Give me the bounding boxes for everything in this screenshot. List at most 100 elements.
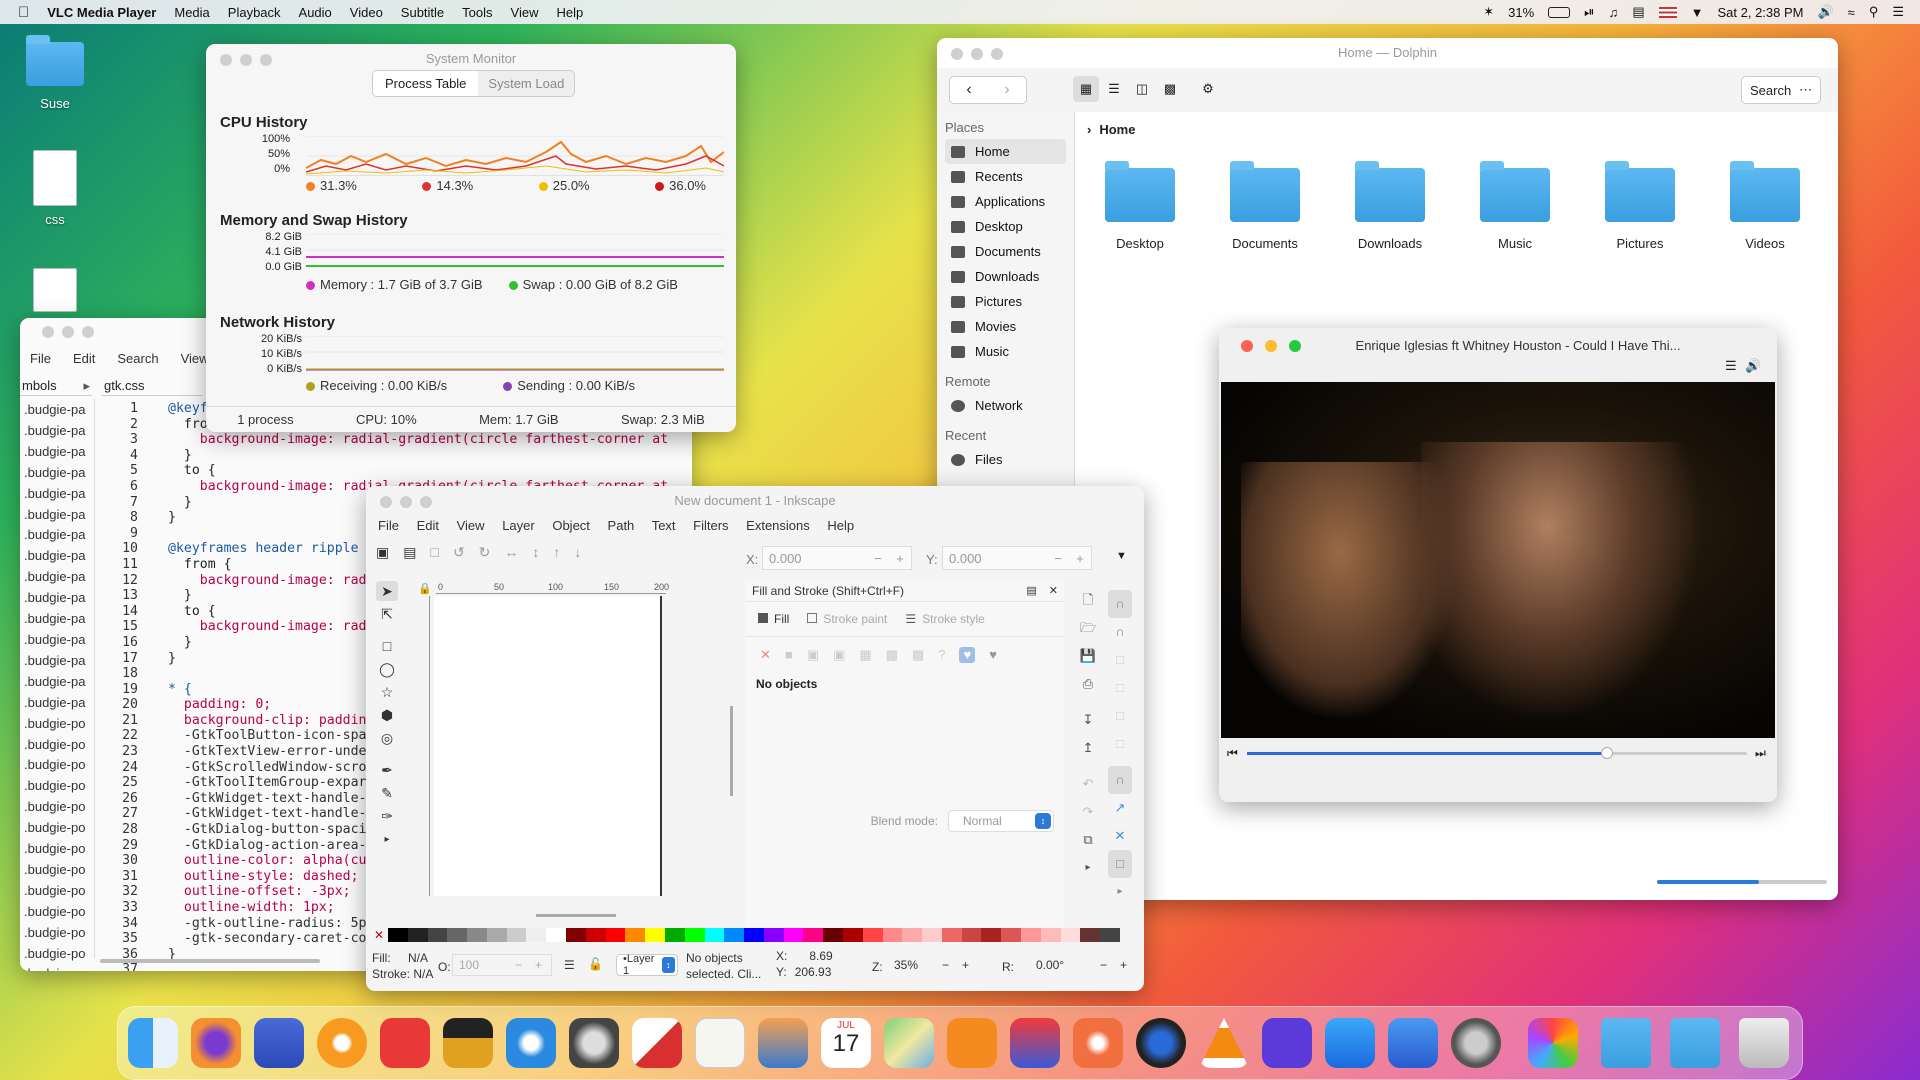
plus-icon[interactable]: + [1069,551,1091,566]
flat-color-icon[interactable]: ■ [785,647,793,663]
menu-help[interactable]: Help [827,518,854,533]
color-swatch[interactable] [605,928,626,942]
layers-icon[interactable]: ☰ [564,958,575,972]
raise-icon[interactable]: ↑ [553,544,560,561]
color-swatch[interactable] [1040,928,1061,942]
back-button[interactable]: ‹ [950,77,988,103]
downloads-folder-icon[interactable] [1670,1018,1720,1068]
symbol-item[interactable]: .budgie-pa [24,567,94,588]
symbols-tab[interactable]: mbols ▸ [20,374,92,396]
fast-forward-icon[interactable]: ⏭ [1755,746,1766,761]
menu-text[interactable]: Text [652,518,676,533]
color-swatch[interactable] [526,928,547,942]
heart-outline-icon[interactable]: ♥ [989,647,997,663]
icons-view-icon[interactable]: ▦ [1073,76,1099,102]
menu-help[interactable]: Help [547,5,592,20]
sidebar-item-music[interactable]: Music [945,339,1066,364]
menu-layer[interactable]: Layer [502,518,535,533]
color-swatch[interactable] [981,928,1002,942]
menu-playback[interactable]: Playback [219,5,290,20]
documents-folder-icon[interactable] [1601,1018,1651,1068]
control-center-icon[interactable]: ☰ [1892,4,1904,20]
symbol-item[interactable]: .budgie-po [24,776,94,797]
sidebar-item-network[interactable]: Network [945,393,1066,418]
seek-knob[interactable] [1601,747,1613,759]
rotation-field[interactable]: 0.00° − + [1016,954,1136,976]
tab-system-load[interactable]: System Load [478,71,574,96]
color-swatch[interactable] [763,928,784,942]
desktop-icon-zip[interactable] [10,268,100,312]
redo-icon[interactable]: ↷ [1078,798,1098,826]
details-view-icon[interactable]: ☰ [1101,76,1127,102]
sidebar-item-downloads[interactable]: Downloads [945,264,1066,289]
node-tool-icon[interactable]: ⇱ [376,604,398,624]
color-swatch[interactable] [862,928,883,942]
menu-file[interactable]: File [378,518,399,533]
rectangle-tool-icon[interactable]: □ [376,636,398,656]
ellipse-tool-icon[interactable]: ◯ [376,659,398,679]
color-swatch[interactable] [447,928,468,942]
menu-object[interactable]: Object [552,518,590,533]
file-tab[interactable]: gtk.css [102,374,202,396]
symbol-item[interactable]: .budgie-po [24,755,94,776]
chevron-down-icon[interactable]: ▼ [1691,5,1704,20]
clock-datetime[interactable]: Sat 2, 2:38 PM [1717,5,1803,20]
symbol-item[interactable]: .budgie-po [24,735,94,756]
unlock-icon[interactable]: 🔓 [588,957,603,971]
desktop-icon-suse[interactable]: Suse [10,35,100,111]
preview-view-icon[interactable]: ▩ [1157,76,1183,102]
code-line[interactable]: } [168,448,688,464]
symbol-item[interactable]: .budgie-po [24,860,94,881]
flag-icon[interactable] [1658,6,1677,18]
no-paint-icon[interactable]: ✕ [760,647,771,663]
orange-app-icon[interactable] [317,1018,367,1068]
text-app-icon[interactable] [1010,1018,1060,1068]
plus-icon[interactable]: + [1120,958,1136,972]
snap-page-icon[interactable]: □ [1108,850,1132,878]
color-swatch[interactable] [388,928,408,942]
print-icon[interactable]: ⎙ [1078,670,1098,698]
lock-icon[interactable]: 🔒 [418,582,432,595]
color-swatch[interactable] [961,928,982,942]
maps-icon[interactable] [884,1018,934,1068]
symbol-item[interactable]: .budgie-po [24,714,94,735]
menu-file[interactable]: File [30,351,51,366]
symbol-item[interactable]: .budgie-pa [24,693,94,714]
zoom-field[interactable]: 35% − + [888,954,978,976]
dock-icon[interactable]: ▤ [1026,584,1036,597]
color-swatch[interactable] [645,928,665,942]
symbol-item[interactable]: .budgie-po [24,902,94,923]
new-document-icon[interactable]: 🗋 [1078,586,1098,614]
gear-icon[interactable]: ⚙ [1195,76,1221,102]
color-swatch[interactable] [842,928,863,942]
heart-icon[interactable]: ♥ [959,647,976,663]
color-swatch[interactable] [704,928,725,942]
folder-downloads[interactable]: Downloads [1335,161,1445,251]
color-swatch[interactable] [427,928,448,942]
close-icon[interactable]: ✕ [1049,584,1058,597]
star-tool-icon[interactable]: ☆ [376,682,398,702]
app-store-icon[interactable] [1325,1018,1375,1068]
flip-h-icon[interactable]: ↔ [504,544,518,561]
save-icon[interactable]: 💾 [1078,642,1098,670]
menu-edit[interactable]: Edit [73,351,95,366]
forward-button[interactable]: › [988,77,1026,103]
playlist-icon[interactable]: ☰ [1725,358,1737,374]
swatch-icon[interactable]: ▩ [912,647,924,663]
symbol-item[interactable]: .budgie-pa [24,525,94,546]
volume-icon[interactable]: 🔊 [1817,4,1833,20]
tab-stroke-paint[interactable]: Stroke paint [807,612,887,626]
books-icon[interactable] [947,1018,997,1068]
menu-filters[interactable]: Filters [693,518,728,533]
symbol-item[interactable]: .budgie-pa [24,421,94,442]
color-swatch[interactable] [783,928,804,942]
minus-icon[interactable]: − [1047,551,1069,566]
symbol-item[interactable]: .budgie-pa [24,609,94,630]
color-swatch[interactable] [724,928,745,942]
menu-extensions[interactable]: Extensions [746,518,810,533]
disk-utility-icon[interactable] [569,1018,619,1068]
no-color-swatch[interactable]: ✕ [374,928,388,942]
sidebar-item-applications[interactable]: Applications [945,189,1066,214]
symbol-item[interactable]: .budgie-po [24,923,94,944]
sidebar-item-movies[interactable]: Movies [945,314,1066,339]
